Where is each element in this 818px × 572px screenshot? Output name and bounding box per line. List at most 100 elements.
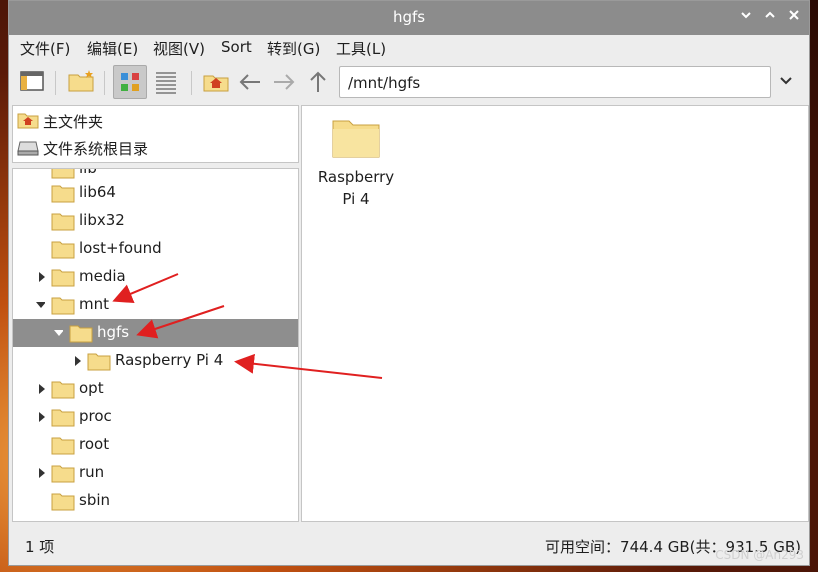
status-bar: 1 项 可用空间：744.4 GB(共：931.5 GB): [9, 527, 809, 563]
toolbar: /mnt/hgfs: [9, 63, 809, 103]
toolbar-separator: [104, 71, 105, 95]
expand-triangle-icon[interactable]: [37, 271, 47, 283]
tree-label: lib64: [79, 183, 116, 201]
home-icon: [203, 75, 229, 92]
tree-label: hgfs: [97, 323, 130, 341]
tree-row[interactable]: Raspberry Pi 4: [13, 347, 298, 375]
tree-label: libx32: [79, 211, 125, 229]
expand-triangle-icon[interactable]: [73, 355, 83, 367]
folder-icon: [332, 120, 380, 158]
tree-label: proc: [79, 407, 112, 425]
tree-label: media: [79, 267, 126, 285]
folder-icon: [51, 169, 75, 179]
chevron-down-icon: [741, 12, 751, 19]
folder-icon: [51, 185, 75, 203]
folder-icon: [87, 353, 111, 371]
menu-tools[interactable]: 工具(L): [336, 38, 386, 59]
new-window-icon: [20, 71, 44, 91]
tree-label: mnt: [79, 295, 109, 313]
folder-icon: [51, 519, 75, 522]
tree-row[interactable]: proc: [13, 403, 298, 431]
place-home-label: 主文件夹: [43, 113, 104, 131]
item-count: 1 项: [25, 538, 55, 556]
title-bar: hgfs: [9, 1, 809, 35]
tree-row[interactable]: libx32: [13, 207, 298, 235]
file-item[interactable]: Raspberry Pi 4: [316, 116, 396, 210]
tree-label: sbin: [79, 491, 111, 509]
folder-icon: [51, 241, 75, 259]
menu-go[interactable]: 转到(G): [267, 38, 320, 59]
tree-label: opt: [79, 379, 104, 397]
window-title: hgfs: [392, 8, 426, 26]
new-window-button[interactable]: [15, 65, 49, 99]
path-history-dropdown[interactable]: [779, 75, 793, 91]
folder-icon: [51, 213, 75, 231]
tree-row[interactable]: mnt: [13, 291, 298, 319]
menu-edit[interactable]: 编辑(E): [87, 38, 138, 59]
icon-view-icon: [121, 73, 139, 91]
file-item-label-line2: Pi 4: [342, 190, 370, 208]
folder-icon: [51, 297, 75, 315]
chevron-up-icon: [765, 11, 775, 18]
file-item-label: Raspberry Pi 4: [316, 166, 396, 210]
tree-label: root: [79, 435, 110, 453]
expand-triangle-icon[interactable]: [37, 411, 47, 423]
tree-row[interactable]: lost+found: [13, 235, 298, 263]
collapse-triangle-icon[interactable]: [35, 299, 45, 311]
up-arrow-icon: [310, 71, 326, 92]
close-button[interactable]: [785, 9, 803, 27]
chevron-down-icon: [780, 77, 792, 85]
list-view-button[interactable]: [149, 65, 183, 99]
path-value: /mnt/hgfs: [348, 74, 421, 92]
close-icon: [789, 10, 799, 20]
folder-icon: [51, 409, 75, 427]
folder-icon: [51, 269, 75, 287]
tree-row[interactable]: [13, 515, 298, 522]
toolbar-separator: [191, 71, 192, 95]
tree-label: run: [79, 463, 105, 481]
file-manager-window: hgfs 文件(F) 编辑(E) 视图(V) Sort 转到(G) 工具(L): [8, 0, 810, 566]
folder-icon: [51, 465, 75, 483]
folder-icon: [51, 493, 75, 511]
places-pane: 主文件夹 文件系统根目录: [12, 105, 299, 163]
forward-arrow-icon: [274, 74, 295, 90]
back-arrow-icon: [239, 74, 260, 90]
menu-view[interactable]: 视图(V): [153, 38, 205, 59]
folder-icon: [51, 381, 75, 399]
new-folder-icon: [68, 70, 94, 92]
tree-row[interactable]: media: [13, 263, 298, 291]
file-item-label-line1: Raspberry: [317, 168, 395, 186]
up-button[interactable]: [301, 65, 335, 99]
expand-triangle-icon[interactable]: [37, 467, 47, 479]
watermark: CSDN @An293: [715, 548, 804, 562]
menu-bar: 文件(F) 编辑(E) 视图(V) Sort 转到(G) 工具(L): [9, 35, 809, 61]
place-root-label: 文件系统根目录: [43, 140, 149, 158]
tree-row-selected[interactable]: hgfs: [13, 319, 298, 347]
folder-icon: [51, 437, 75, 455]
menu-file[interactable]: 文件(F): [20, 38, 70, 59]
forward-button[interactable]: [267, 65, 301, 99]
file-view: Raspberry Pi 4: [301, 105, 809, 522]
tree-label: lib: [79, 168, 97, 177]
directory-tree: lib lib64 libx32 lost+found media mnt hg…: [12, 168, 299, 522]
maximize-button[interactable]: [761, 9, 779, 27]
tree-row[interactable]: sbin: [13, 487, 298, 515]
tree-row[interactable]: opt: [13, 375, 298, 403]
tree-label: lost+found: [79, 239, 162, 257]
open-folder-icon: [69, 325, 93, 343]
list-view-icon: [156, 72, 176, 94]
menu-sort[interactable]: Sort: [221, 38, 252, 56]
new-folder-button[interactable]: [64, 65, 98, 99]
path-input[interactable]: /mnt/hgfs: [339, 66, 771, 98]
minimize-button[interactable]: [737, 9, 755, 27]
tree-row[interactable]: lib64: [13, 179, 298, 207]
home-folder-icon: [17, 113, 39, 129]
home-button[interactable]: [199, 65, 233, 99]
icon-view-button[interactable]: [113, 65, 147, 99]
toolbar-separator: [55, 71, 56, 95]
back-button[interactable]: [233, 65, 267, 99]
tree-row[interactable]: root: [13, 431, 298, 459]
expand-triangle-icon[interactable]: [37, 383, 47, 395]
collapse-triangle-icon[interactable]: [53, 327, 63, 339]
tree-row[interactable]: run: [13, 459, 298, 487]
